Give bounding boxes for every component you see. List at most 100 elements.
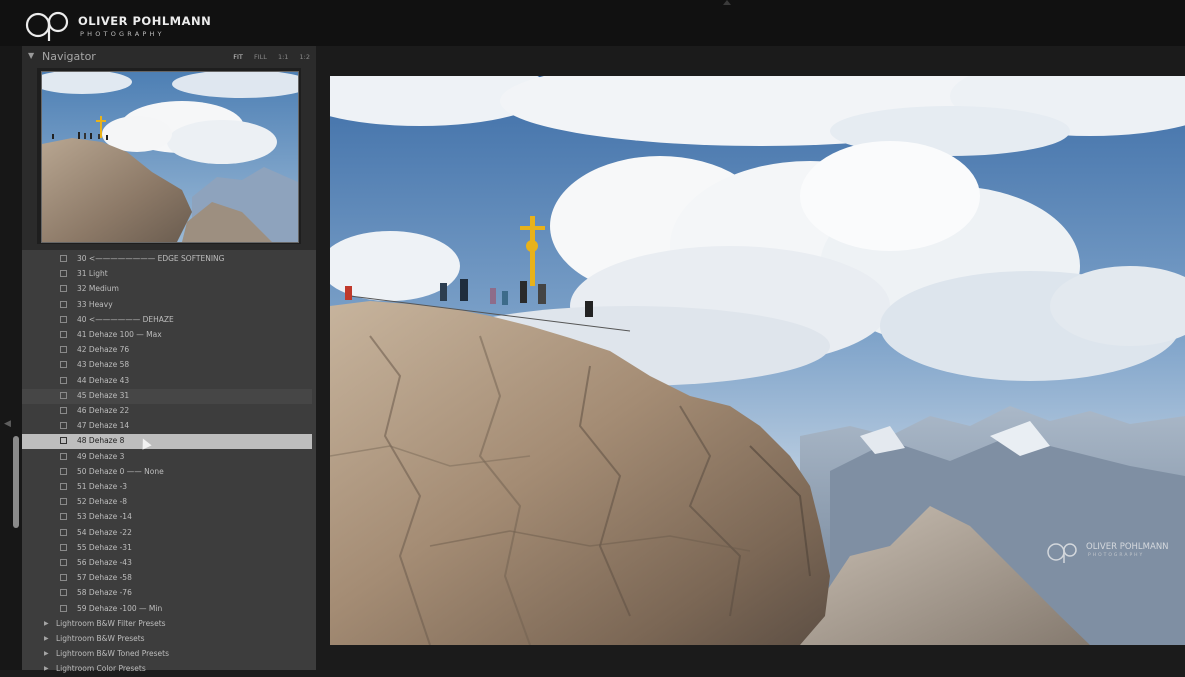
preset-item[interactable]: 57 Dehaze -58	[22, 571, 312, 586]
preset-label: 44 Dehaze 43	[77, 375, 130, 385]
preset-icon	[60, 513, 67, 521]
brand-subtitle: PHOTOGRAPHY	[80, 30, 165, 38]
preset-label: 56 Dehaze -43	[77, 558, 132, 567]
folder-expand-icon[interactable]: ▶	[44, 635, 49, 642]
left-edge-strip: ◀	[0, 46, 22, 670]
preset-label: 54 Dehaze -22	[77, 527, 132, 537]
preset-icon	[60, 331, 67, 338]
panel-scrollbar[interactable]	[13, 436, 19, 528]
preset-label: 58 Dehaze -76	[77, 588, 132, 598]
preset-icon	[60, 315, 67, 323]
preset-folder-label: Lightroom B&W Filter Presets	[56, 618, 166, 628]
left-panel: ▼ Navigator FIT FILL 1:1 1:2 30 <———————…	[22, 46, 316, 674]
preset-item[interactable]: 52 Dehaze -8	[22, 495, 312, 510]
collapse-left-panel-icon[interactable]: ◀	[4, 419, 11, 429]
watermark-logo-mark	[1047, 543, 1077, 563]
zoom-option-1-2[interactable]: 1:2	[300, 53, 310, 61]
preset-item[interactable]: 30 <———————— EDGE SOFTENING	[22, 252, 312, 267]
preset-item[interactable]: 56 Dehaze -43	[22, 556, 312, 571]
preset-item[interactable]: 50 Dehaze 0 —— None	[22, 465, 312, 480]
preset-item[interactable]: 31 Light	[22, 267, 312, 282]
preset-label: 57 Dehaze -58	[77, 573, 132, 583]
preset-label: 43 Dehaze 58	[77, 360, 130, 370]
zoom-options: FIT FILL 1:1 1:2	[228, 53, 310, 61]
preset-folder-label: Lightroom B&W Toned Presets	[56, 649, 169, 659]
preset-item[interactable]: 48 Dehaze 8	[22, 434, 312, 450]
preset-icon	[60, 361, 67, 369]
preset-icon	[60, 255, 67, 262]
presets-list: 30 <———————— EDGE SOFTENING 31 Light 32 Me…	[22, 250, 316, 674]
preset-item[interactable]: 45 Dehaze 31	[22, 388, 312, 404]
preset-label: 42 Dehaze 76	[77, 345, 130, 355]
preset-icon	[60, 376, 67, 384]
preset-item[interactable]: 42 Dehaze 76	[22, 343, 312, 358]
preset-folder-label: Lightroom B&W Presets	[56, 634, 145, 643]
preset-item[interactable]: 32 Medium	[22, 282, 312, 297]
preset-label: 33 Heavy	[77, 299, 113, 309]
preset-label: 49 Dehaze 3	[77, 451, 125, 461]
preset-icon	[60, 543, 67, 551]
preset-item[interactable]: 53 Dehaze -14	[22, 510, 312, 525]
preset-label: 40 <—————— DEHAZE	[77, 314, 174, 324]
preset-icon	[60, 285, 67, 293]
preset-label: 50 Dehaze 0 —— None	[77, 466, 164, 476]
preset-item[interactable]: 51 Dehaze -3	[22, 480, 312, 495]
preset-folder[interactable]: ▶ Lightroom B&W Toned Presets	[22, 647, 312, 662]
preset-label: 41 Dehaze 100 — Max	[77, 330, 162, 339]
brand-logo-mark	[25, 11, 69, 41]
preset-label: 45 Dehaze 31	[77, 390, 130, 400]
preset-item[interactable]: 55 Dehaze -31	[22, 541, 312, 556]
preset-icon	[60, 437, 67, 445]
preset-item[interactable]: 46 Dehaze 22	[22, 404, 312, 419]
preset-item[interactable]: 47 Dehaze 14	[22, 419, 312, 434]
watermark-subtitle: PHOTOGRAPHY	[1088, 553, 1145, 558]
preset-item[interactable]: 43 Dehaze 58	[22, 358, 312, 373]
preset-label: 53 Dehaze -14	[77, 512, 132, 522]
zoom-option-1-1[interactable]: 1:1	[278, 53, 288, 61]
preset-icon	[60, 391, 67, 399]
preset-item[interactable]: 40 <—————— DEHAZE	[22, 313, 312, 328]
preset-label: 48 Dehaze 8	[77, 436, 125, 446]
preset-icon	[60, 559, 67, 566]
preset-folder[interactable]: ▶ Lightroom B&W Filter Presets	[22, 617, 312, 632]
preset-item[interactable]: 59 Dehaze -100 — Min	[22, 602, 312, 617]
navigator-preview-image[interactable]	[41, 71, 299, 243]
preset-label: 46 Dehaze 22	[77, 406, 130, 415]
preset-label: 31 Light	[77, 269, 108, 279]
navigator-header[interactable]: ▼ Navigator FIT FILL 1:1 1:2	[22, 48, 316, 66]
preset-icon	[60, 528, 67, 536]
folder-expand-icon[interactable]: ▶	[44, 650, 49, 657]
folder-expand-icon[interactable]: ▶	[44, 620, 49, 627]
preset-icon	[60, 467, 67, 475]
preset-item[interactable]: 54 Dehaze -22	[22, 526, 312, 541]
navigator-title: Navigator	[42, 50, 96, 63]
preset-icon	[60, 407, 67, 414]
disclosure-triangle-icon[interactable]: ▼	[28, 51, 34, 60]
preset-icon	[60, 589, 67, 597]
preset-icon	[60, 300, 67, 308]
preset-label: 30 <———————— EDGE SOFTENING	[77, 254, 225, 263]
zoom-option-fill[interactable]: FILL	[254, 53, 267, 61]
preset-folder[interactable]: ▶ Lightroom B&W Presets	[22, 632, 312, 647]
preset-icon	[60, 452, 67, 460]
preset-item[interactable]: 44 Dehaze 43	[22, 374, 312, 389]
preset-label: 32 Medium	[77, 284, 119, 294]
preset-icon	[60, 574, 67, 582]
top-panel-toggle-icon[interactable]	[723, 0, 731, 5]
preset-item[interactable]: 58 Dehaze -76	[22, 586, 312, 601]
preset-icon	[60, 346, 67, 354]
zoom-option-fit[interactable]: FIT	[233, 53, 243, 61]
preset-item[interactable]: 33 Heavy	[22, 298, 312, 313]
preset-label: 59 Dehaze -100 — Min	[77, 603, 163, 613]
preset-label: 52 Dehaze -8	[77, 497, 128, 507]
folder-expand-icon[interactable]: ▶	[44, 665, 49, 672]
preset-icon	[60, 604, 67, 612]
preset-item[interactable]: 41 Dehaze 100 — Max	[22, 328, 312, 343]
preset-item[interactable]: 49 Dehaze 3	[22, 450, 312, 465]
preset-icon	[60, 483, 67, 490]
brand-logo[interactable]: OLIVER POHLMANN PHOTOGRAPHY	[24, 8, 264, 42]
preset-label: 47 Dehaze 14	[77, 421, 130, 431]
watermark: OLIVER POHLMANN PHOTOGRAPHY	[1046, 540, 1185, 564]
preset-folder-label: Lightroom Color Presets	[56, 664, 146, 674]
preset-label: 55 Dehaze -31	[77, 542, 132, 552]
